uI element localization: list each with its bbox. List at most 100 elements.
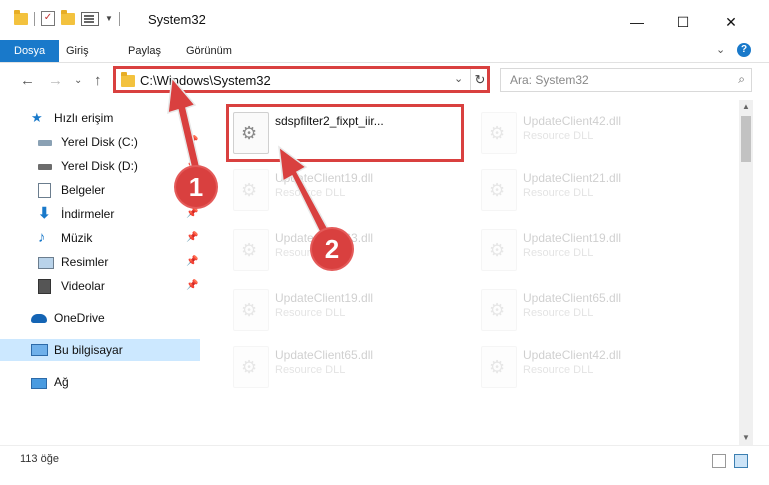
file-name: sdspfilter2_fixpt_iir... — [275, 114, 384, 128]
file-type: Resource DLL — [523, 307, 594, 319]
refresh-button[interactable]: ↻ — [470, 69, 489, 91]
sidebar-item-downloads[interactable]: ⬇ İndirmeler 📌 — [0, 203, 205, 225]
minimize-button[interactable]: — — [614, 8, 660, 36]
details-view-icon[interactable] — [712, 454, 726, 468]
sidebar-item-network[interactable]: Ağ — [0, 371, 205, 393]
gear-icon: ⚙ — [241, 180, 258, 200]
file-tile[interactable]: ⚙ UpdateClient42.dll Resource DLL — [477, 106, 717, 162]
vertical-scrollbar[interactable]: ▲ ▼ — [739, 100, 753, 445]
pictures-icon — [38, 257, 54, 269]
tab-home[interactable]: Giriş — [66, 40, 89, 62]
address-dropdown-icon[interactable]: ⌄ — [454, 72, 463, 85]
sidebar-item-documents[interactable]: Belgeler 📌 — [0, 179, 205, 201]
gear-icon: ⚙ — [241, 300, 258, 320]
sidebar-item-label: Müzik — [61, 231, 93, 245]
file-type: Resource DLL — [275, 364, 346, 376]
file-tile[interactable]: ⚙ UpdateClient65.dll Resource DLL — [229, 340, 469, 396]
file-tile[interactable]: ⚙ UpdateClient19.dll Resource DLL — [229, 283, 469, 339]
properties-icon[interactable] — [81, 11, 99, 26]
sidebar-item-music[interactable]: ♪ Müzik 📌 — [0, 227, 205, 249]
scroll-thumb[interactable] — [741, 116, 751, 162]
customize-toolbar-dropdown-icon[interactable]: ▼ — [105, 14, 113, 23]
file-type: Resource DLL — [523, 187, 594, 199]
sidebar-item-label: İndirmeler — [61, 207, 115, 221]
pin-icon[interactable]: 📌 — [186, 275, 198, 297]
folder-icon[interactable] — [14, 9, 28, 25]
gear-icon: ⚙ — [489, 123, 506, 143]
file-type: Resource DLL — [523, 130, 594, 142]
sidebar-item-pictures[interactable]: Resimler 📌 — [0, 251, 205, 273]
sidebar-item-label: Belgeler — [61, 183, 106, 197]
file-name: UpdateClient65.dll — [523, 291, 622, 305]
window-title: System32 — [148, 12, 206, 27]
status-bar: 113 öğe — [0, 445, 769, 472]
drive-icon — [38, 164, 52, 170]
file-list: ⚙ sdspfilter2_fixpt_iir... ⚙ UpdateClien… — [205, 100, 739, 445]
search-icon[interactable]: ⌕ — [738, 72, 745, 87]
pin-icon[interactable]: 📌 — [186, 227, 198, 249]
scroll-up-arrow-icon[interactable]: ▲ — [739, 100, 753, 114]
tab-file[interactable]: Dosya — [0, 40, 60, 62]
properties-check-icon[interactable]: ✓ — [41, 11, 55, 26]
new-folder-icon[interactable] — [61, 9, 75, 25]
gear-icon: ⚙ — [489, 300, 506, 320]
forward-button[interactable]: → — [48, 72, 63, 89]
pin-icon[interactable]: 📌 — [186, 131, 198, 153]
file-type: Resource DLL — [523, 364, 594, 376]
gear-icon: ⚙ — [489, 180, 506, 200]
dll-file-icon: ⚙ — [481, 169, 517, 211]
videos-icon — [38, 279, 51, 294]
sidebar-item-label: Bu bilgisayar — [54, 343, 123, 357]
file-tile[interactable]: ⚙ UpdateClient19.dll Resource DLL — [477, 223, 717, 279]
gear-icon: ⚙ — [241, 357, 258, 377]
file-type: Resource DLL — [523, 247, 594, 259]
large-icons-view-icon[interactable] — [734, 454, 748, 468]
onedrive-cloud-icon — [31, 314, 47, 323]
music-icon: ♪ — [38, 229, 46, 246]
sidebar-item-label: Yerel Disk (C:) — [61, 135, 138, 149]
sidebar-item-label: Videolar — [61, 279, 105, 293]
documents-icon — [38, 183, 51, 198]
expand-ribbon-icon[interactable]: ⌄ — [716, 43, 725, 56]
item-count: 113 öğe — [20, 453, 59, 465]
sidebar-item-onedrive[interactable]: OneDrive — [0, 307, 205, 329]
file-tile-sdspfilter[interactable]: ⚙ sdspfilter2_fixpt_iir... — [229, 106, 469, 162]
sidebar-item-this-pc[interactable]: Bu bilgisayar — [0, 339, 200, 361]
sidebar-item-label: Hızlı erişim — [54, 111, 114, 125]
sidebar-item-videos[interactable]: Videolar 📌 — [0, 275, 205, 297]
search-placeholder: Ara: System32 — [510, 73, 589, 87]
file-name: UpdateClient42.dll — [523, 348, 622, 362]
title-bar: ✓ ▼ System32 — ☐ ✕ — [0, 0, 769, 40]
sidebar-item-local-disk-d[interactable]: Yerel Disk (D:) 📌 — [0, 155, 205, 177]
search-input[interactable]: Ara: System32 ⌕ — [500, 68, 752, 92]
dll-file-icon: ⚙ — [233, 229, 269, 271]
dll-file-icon: ⚙ — [233, 112, 269, 154]
step-2-badge: 2 — [312, 229, 352, 269]
dll-file-icon: ⚙ — [481, 112, 517, 154]
file-type: Resource DLL — [275, 187, 346, 199]
file-tile[interactable]: ⚙ UpdateClient65.dll Resource DLL — [477, 283, 717, 339]
sidebar-item-label: Ağ — [54, 375, 69, 389]
tab-view[interactable]: Görünüm — [186, 40, 232, 62]
dll-file-icon: ⚙ — [481, 229, 517, 271]
pin-icon[interactable]: 📌 — [186, 251, 198, 273]
file-tile[interactable]: ⚙ UpdateClient42.dll Resource DLL — [477, 340, 717, 396]
file-tile[interactable]: ⚙ UpdateClient21.dll Resource DLL — [477, 163, 717, 219]
scroll-down-arrow-icon[interactable]: ▼ — [739, 431, 753, 445]
navigation-pane: ★ Hızlı erişim Yerel Disk (C:) 📌 Yerel D… — [0, 100, 205, 445]
tab-share[interactable]: Paylaş — [128, 40, 161, 62]
help-icon[interactable]: ? — [737, 43, 751, 57]
recent-locations-button[interactable]: ⌄ — [74, 75, 82, 86]
sidebar-item-local-disk-c[interactable]: Yerel Disk (C:) 📌 — [0, 131, 205, 153]
file-tile[interactable]: ⚙ UpdateClient19.dll Resource DLL — [229, 163, 469, 219]
address-path[interactable]: C:\Windows\System32 — [140, 73, 271, 88]
up-button[interactable]: ↑ — [94, 72, 102, 89]
back-button[interactable]: ← — [20, 72, 35, 89]
address-bar[interactable]: C:\Windows\System32 ⌄ ↻ — [115, 68, 489, 92]
file-name: UpdateClient19.dll — [275, 171, 374, 185]
folder-icon — [121, 72, 135, 87]
sidebar-item-quick-access[interactable]: ★ Hızlı erişim — [0, 107, 205, 129]
close-button[interactable]: ✕ — [708, 8, 754, 36]
maximize-button[interactable]: ☐ — [660, 8, 706, 36]
file-name: UpdateClient65.dll — [275, 348, 374, 362]
